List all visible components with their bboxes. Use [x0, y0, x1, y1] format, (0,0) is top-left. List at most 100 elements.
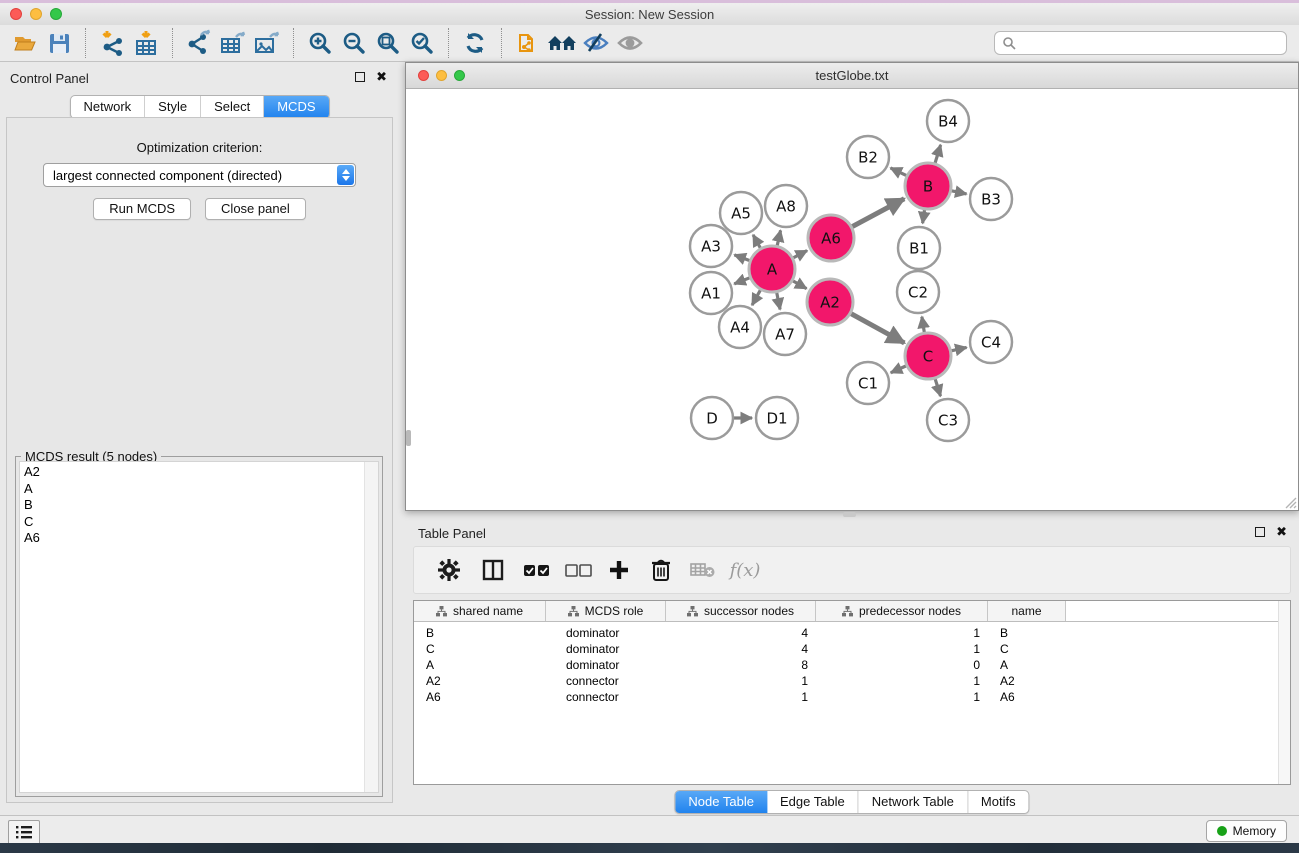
tab-style[interactable]: Style — [145, 96, 201, 118]
table-cell[interactable]: dominator — [546, 658, 666, 672]
table-float-panel-icon[interactable] — [1255, 527, 1265, 537]
table-tab-node-table[interactable]: Node Table — [675, 791, 767, 813]
table-close-panel-icon[interactable]: ✖ — [1276, 527, 1287, 537]
mcds-result-list[interactable]: A2ABCA6 — [19, 461, 379, 793]
node-A3[interactable]: A3 — [690, 225, 732, 267]
search-input[interactable] — [1021, 35, 1286, 51]
table-cell[interactable]: A6 — [988, 690, 1066, 704]
node-D[interactable]: D — [691, 397, 733, 439]
export-image-icon[interactable] — [250, 27, 284, 59]
zoom-out-icon[interactable] — [337, 27, 371, 59]
mcds-result-item[interactable]: C — [24, 514, 378, 531]
search-field[interactable] — [994, 31, 1287, 55]
node-A[interactable]: A — [749, 246, 795, 292]
window-resize-grip[interactable] — [1284, 496, 1297, 509]
column-header-name[interactable]: name — [988, 601, 1066, 621]
table-cell[interactable]: 0 — [816, 658, 988, 672]
table-cell[interactable]: 1 — [816, 690, 988, 704]
table-tab-motifs[interactable]: Motifs — [968, 791, 1029, 813]
edge-A6-B[interactable] — [850, 199, 905, 228]
close-panel-button[interactable]: Close panel — [205, 198, 306, 220]
node-A2[interactable]: A2 — [807, 279, 853, 325]
unselect-all-columns-icon[interactable] — [560, 552, 598, 588]
export-network-icon[interactable] — [182, 27, 216, 59]
node-C[interactable]: C — [905, 333, 951, 379]
mcds-result-item[interactable]: A — [24, 481, 378, 498]
table-cell[interactable]: 1 — [666, 674, 816, 688]
hide-selected-icon[interactable] — [579, 27, 613, 59]
node-C2[interactable]: C2 — [897, 271, 939, 313]
column-header-MCDS-role[interactable]: MCDS role — [546, 601, 666, 621]
table-cell[interactable]: connector — [546, 674, 666, 688]
edge-A2-C[interactable] — [848, 312, 904, 343]
export-table-icon[interactable] — [216, 27, 250, 59]
column-header-successor-nodes[interactable]: successor nodes — [666, 601, 816, 621]
node-B2[interactable]: B2 — [847, 136, 889, 178]
table-cell[interactable]: 8 — [666, 658, 816, 672]
node-B4[interactable]: B4 — [927, 100, 969, 142]
refresh-icon[interactable] — [458, 27, 492, 59]
table-cell[interactable]: dominator — [546, 642, 666, 656]
network-window-titlebar[interactable]: testGlobe.txt — [406, 63, 1298, 89]
memory-button[interactable]: Memory — [1206, 820, 1287, 842]
table-cell[interactable]: A2 — [414, 674, 546, 688]
tab-mcds[interactable]: MCDS — [264, 96, 328, 118]
node-A5[interactable]: A5 — [720, 192, 762, 234]
node-B1[interactable]: B1 — [898, 227, 940, 269]
table-cell[interactable]: B — [414, 626, 546, 640]
mcds-result-item[interactable]: B — [24, 497, 378, 514]
open-session-icon[interactable] — [8, 27, 42, 59]
table-cell[interactable]: A — [414, 658, 546, 672]
import-network-icon[interactable] — [95, 27, 129, 59]
result-scrollbar[interactable] — [364, 462, 378, 792]
table-tab-network-table[interactable]: Network Table — [859, 791, 968, 813]
select-all-columns-icon[interactable] — [518, 552, 556, 588]
import-table-icon[interactable] — [129, 27, 163, 59]
node-A7[interactable]: A7 — [764, 313, 806, 355]
clone-network-icon[interactable] — [511, 27, 545, 59]
node-C1[interactable]: C1 — [847, 362, 889, 404]
table-cell[interactable]: C — [414, 642, 546, 656]
node-table[interactable]: shared nameMCDS rolesuccessor nodesprede… — [413, 600, 1291, 785]
node-A1[interactable]: A1 — [690, 272, 732, 314]
node-B[interactable]: B — [905, 163, 951, 209]
zoom-in-icon[interactable] — [303, 27, 337, 59]
node-C3[interactable]: C3 — [927, 399, 969, 441]
mcds-result-item[interactable]: A2 — [24, 464, 378, 481]
table-cell[interactable]: A2 — [988, 674, 1066, 688]
table-row[interactable]: A6connector11A6 — [414, 689, 1290, 705]
optimization-select[interactable]: largest connected component (directed) — [43, 163, 356, 187]
tab-select[interactable]: Select — [201, 96, 264, 118]
task-history-button[interactable] — [8, 820, 40, 845]
zoom-fit-icon[interactable] — [371, 27, 405, 59]
table-cell[interactable]: 1 — [816, 674, 988, 688]
table-cell[interactable]: 1 — [816, 626, 988, 640]
table-tab-edge-table[interactable]: Edge Table — [767, 791, 859, 813]
splitter-handle[interactable] — [843, 512, 856, 517]
show-all-icon[interactable] — [613, 27, 647, 59]
table-settings-icon[interactable] — [430, 552, 468, 588]
first-neighbors-icon[interactable] — [545, 27, 579, 59]
table-cell[interactable]: C — [988, 642, 1066, 656]
mcds-result-item[interactable]: A6 — [24, 530, 378, 547]
network-graph[interactable]: B4B2BB3A8A5A6A3B1AA1C2A2A4A7C4CC1C3DD1 — [406, 89, 1298, 510]
create-column-icon[interactable] — [600, 552, 638, 588]
float-panel-icon[interactable] — [355, 72, 365, 82]
function-builder-icon[interactable]: f(x) — [726, 552, 764, 588]
table-scrollbar[interactable] — [1278, 601, 1290, 784]
table-cell[interactable]: 4 — [666, 642, 816, 656]
node-A8[interactable]: A8 — [765, 185, 807, 227]
table-row[interactable]: Cdominator41C — [414, 641, 1290, 657]
table-row[interactable]: Adominator80A — [414, 657, 1290, 673]
table-cell[interactable]: A6 — [414, 690, 546, 704]
column-header-shared-name[interactable]: shared name — [414, 601, 546, 621]
column-header-predecessor-nodes[interactable]: predecessor nodes — [816, 601, 988, 621]
node-D1[interactable]: D1 — [756, 397, 798, 439]
table-row[interactable]: Bdominator41B — [414, 625, 1290, 641]
node-A4[interactable]: A4 — [719, 306, 761, 348]
table-cell[interactable]: 4 — [666, 626, 816, 640]
table-cell[interactable]: 1 — [666, 690, 816, 704]
tab-network[interactable]: Network — [70, 96, 145, 118]
node-A6[interactable]: A6 — [808, 215, 854, 261]
node-C4[interactable]: C4 — [970, 321, 1012, 363]
